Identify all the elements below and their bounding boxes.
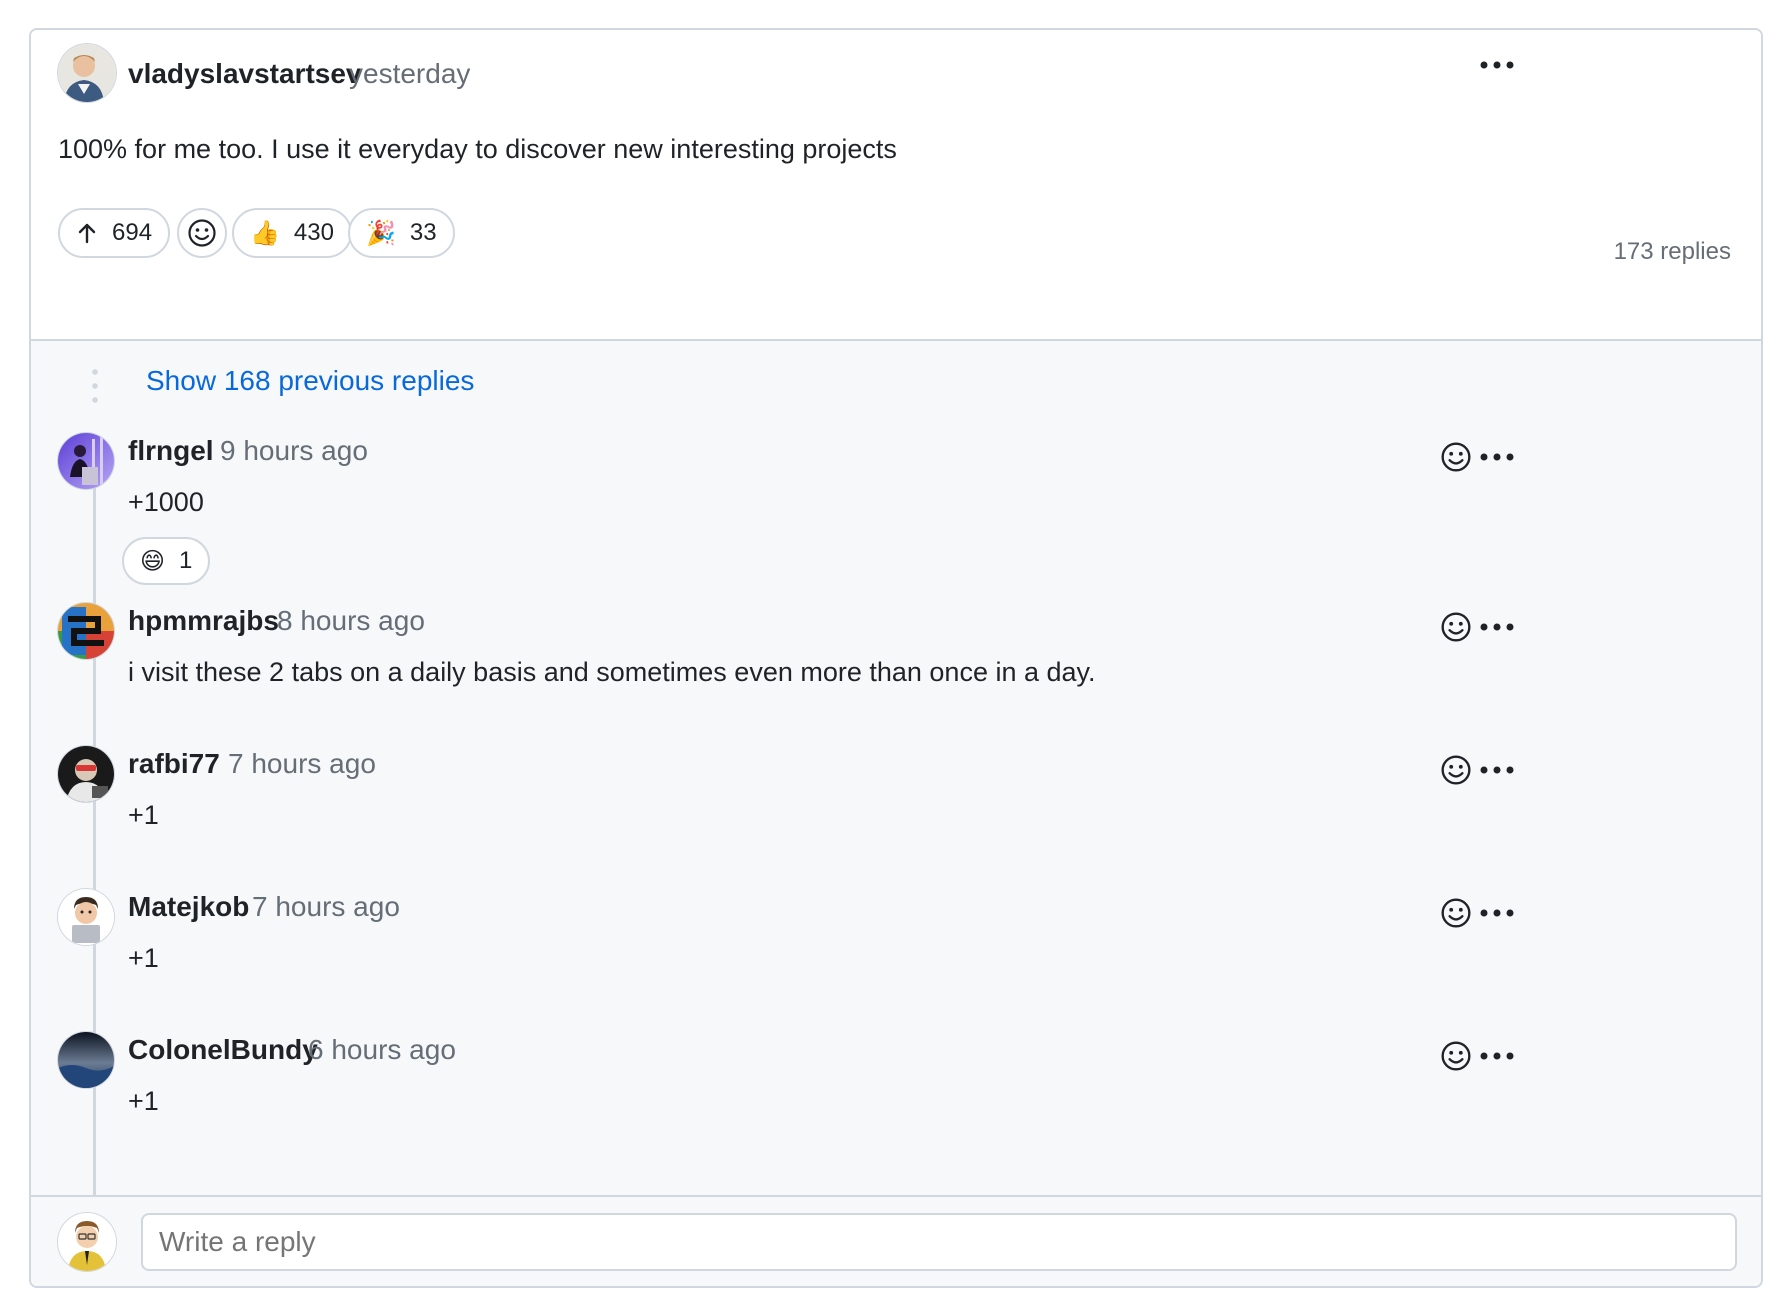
- reaction-count: 1: [179, 547, 193, 574]
- timestamp[interactable]: 9 hours ago: [220, 435, 368, 467]
- author-name[interactable]: rafbi77: [128, 748, 220, 780]
- discussion-comment-card: vladyslavstartsev yesterday 100% for me …: [29, 28, 1763, 1288]
- kebab-horizontal-icon: [1480, 623, 1514, 631]
- kebab-horizontal-icon: [1480, 61, 1514, 69]
- smile-icon: 😄: [140, 547, 166, 575]
- smiley-icon: [1441, 755, 1471, 785]
- reply-body: +1: [128, 800, 159, 830]
- reaction-smile-button[interactable]: 😄 1: [122, 537, 211, 585]
- author-name[interactable]: Matejkob: [128, 891, 249, 923]
- reaction-count: 33: [409, 219, 437, 246]
- avatar[interactable]: [58, 889, 114, 945]
- main-comment: vladyslavstartsev yesterday 100% for me …: [31, 30, 1761, 339]
- reply-input[interactable]: [141, 1213, 1737, 1271]
- reaction-tada-button[interactable]: 🎉 33: [348, 208, 455, 258]
- author-name[interactable]: vladyslavstartsev: [128, 58, 362, 90]
- more-options-button[interactable]: [1477, 612, 1517, 642]
- avatar[interactable]: [58, 603, 114, 659]
- timestamp[interactable]: yesterday: [349, 58, 470, 90]
- thumbs-up-icon: 👍: [250, 219, 280, 247]
- author-name[interactable]: ColonelBundy: [128, 1034, 318, 1066]
- avatar[interactable]: [58, 746, 114, 802]
- reply-body: +1000: [128, 487, 204, 517]
- upvote-count: 694: [112, 219, 153, 246]
- upvote-button[interactable]: 694: [58, 208, 171, 258]
- smiley-icon: [1441, 898, 1471, 928]
- reply-body: +1: [128, 943, 159, 973]
- arrow-up-icon: [78, 223, 96, 244]
- add-reaction-button[interactable]: [1438, 609, 1474, 645]
- add-reaction-button[interactable]: [1438, 1038, 1474, 1074]
- kebab-horizontal-icon: [1480, 909, 1514, 917]
- smiley-icon: [1441, 1041, 1471, 1071]
- timestamp[interactable]: 8 hours ago: [277, 605, 425, 637]
- timestamp[interactable]: 6 hours ago: [308, 1034, 456, 1066]
- reply-body: i visit these 2 tabs on a daily basis an…: [128, 657, 1096, 687]
- avatar[interactable]: [58, 44, 116, 102]
- timestamp[interactable]: 7 hours ago: [252, 891, 400, 923]
- reply-body: +1: [128, 1086, 159, 1116]
- current-user-avatar[interactable]: [58, 1213, 116, 1271]
- thread-dotted-line: [92, 365, 98, 409]
- reply-thread: Show 168 previous replies flrngel 9 hour…: [31, 339, 1761, 1197]
- author-name[interactable]: flrngel: [128, 435, 214, 467]
- replies-count: 173 replies: [1613, 238, 1731, 265]
- more-options-button[interactable]: [1477, 755, 1517, 785]
- kebab-horizontal-icon: [1480, 1052, 1514, 1060]
- add-reaction-button[interactable]: [177, 208, 227, 258]
- smiley-icon: [188, 219, 216, 247]
- timestamp[interactable]: 7 hours ago: [228, 748, 376, 780]
- reply-composer: [31, 1195, 1761, 1286]
- smiley-icon: [1441, 612, 1471, 642]
- reaction-count: 430: [293, 219, 334, 246]
- reaction-thumbs-up-button[interactable]: 👍 430: [232, 208, 352, 258]
- comment-body: 100% for me too. I use it everyday to di…: [58, 134, 897, 164]
- kebab-horizontal-icon: [1480, 453, 1514, 461]
- tada-icon: 🎉: [366, 219, 396, 247]
- add-reaction-button[interactable]: [1438, 895, 1474, 931]
- kebab-horizontal-icon: [1480, 766, 1514, 774]
- avatar[interactable]: [58, 1032, 114, 1088]
- more-options-button[interactable]: [1477, 898, 1517, 928]
- smiley-icon: [1441, 442, 1471, 472]
- more-options-button[interactable]: [1477, 442, 1517, 472]
- show-previous-replies-link[interactable]: Show 168 previous replies: [146, 365, 474, 397]
- more-options-button[interactable]: [1477, 50, 1517, 80]
- author-name[interactable]: hpmmrajbs: [128, 605, 279, 637]
- add-reaction-button[interactable]: [1438, 752, 1474, 788]
- avatar[interactable]: [58, 433, 114, 489]
- add-reaction-button[interactable]: [1438, 439, 1474, 475]
- more-options-button[interactable]: [1477, 1041, 1517, 1071]
